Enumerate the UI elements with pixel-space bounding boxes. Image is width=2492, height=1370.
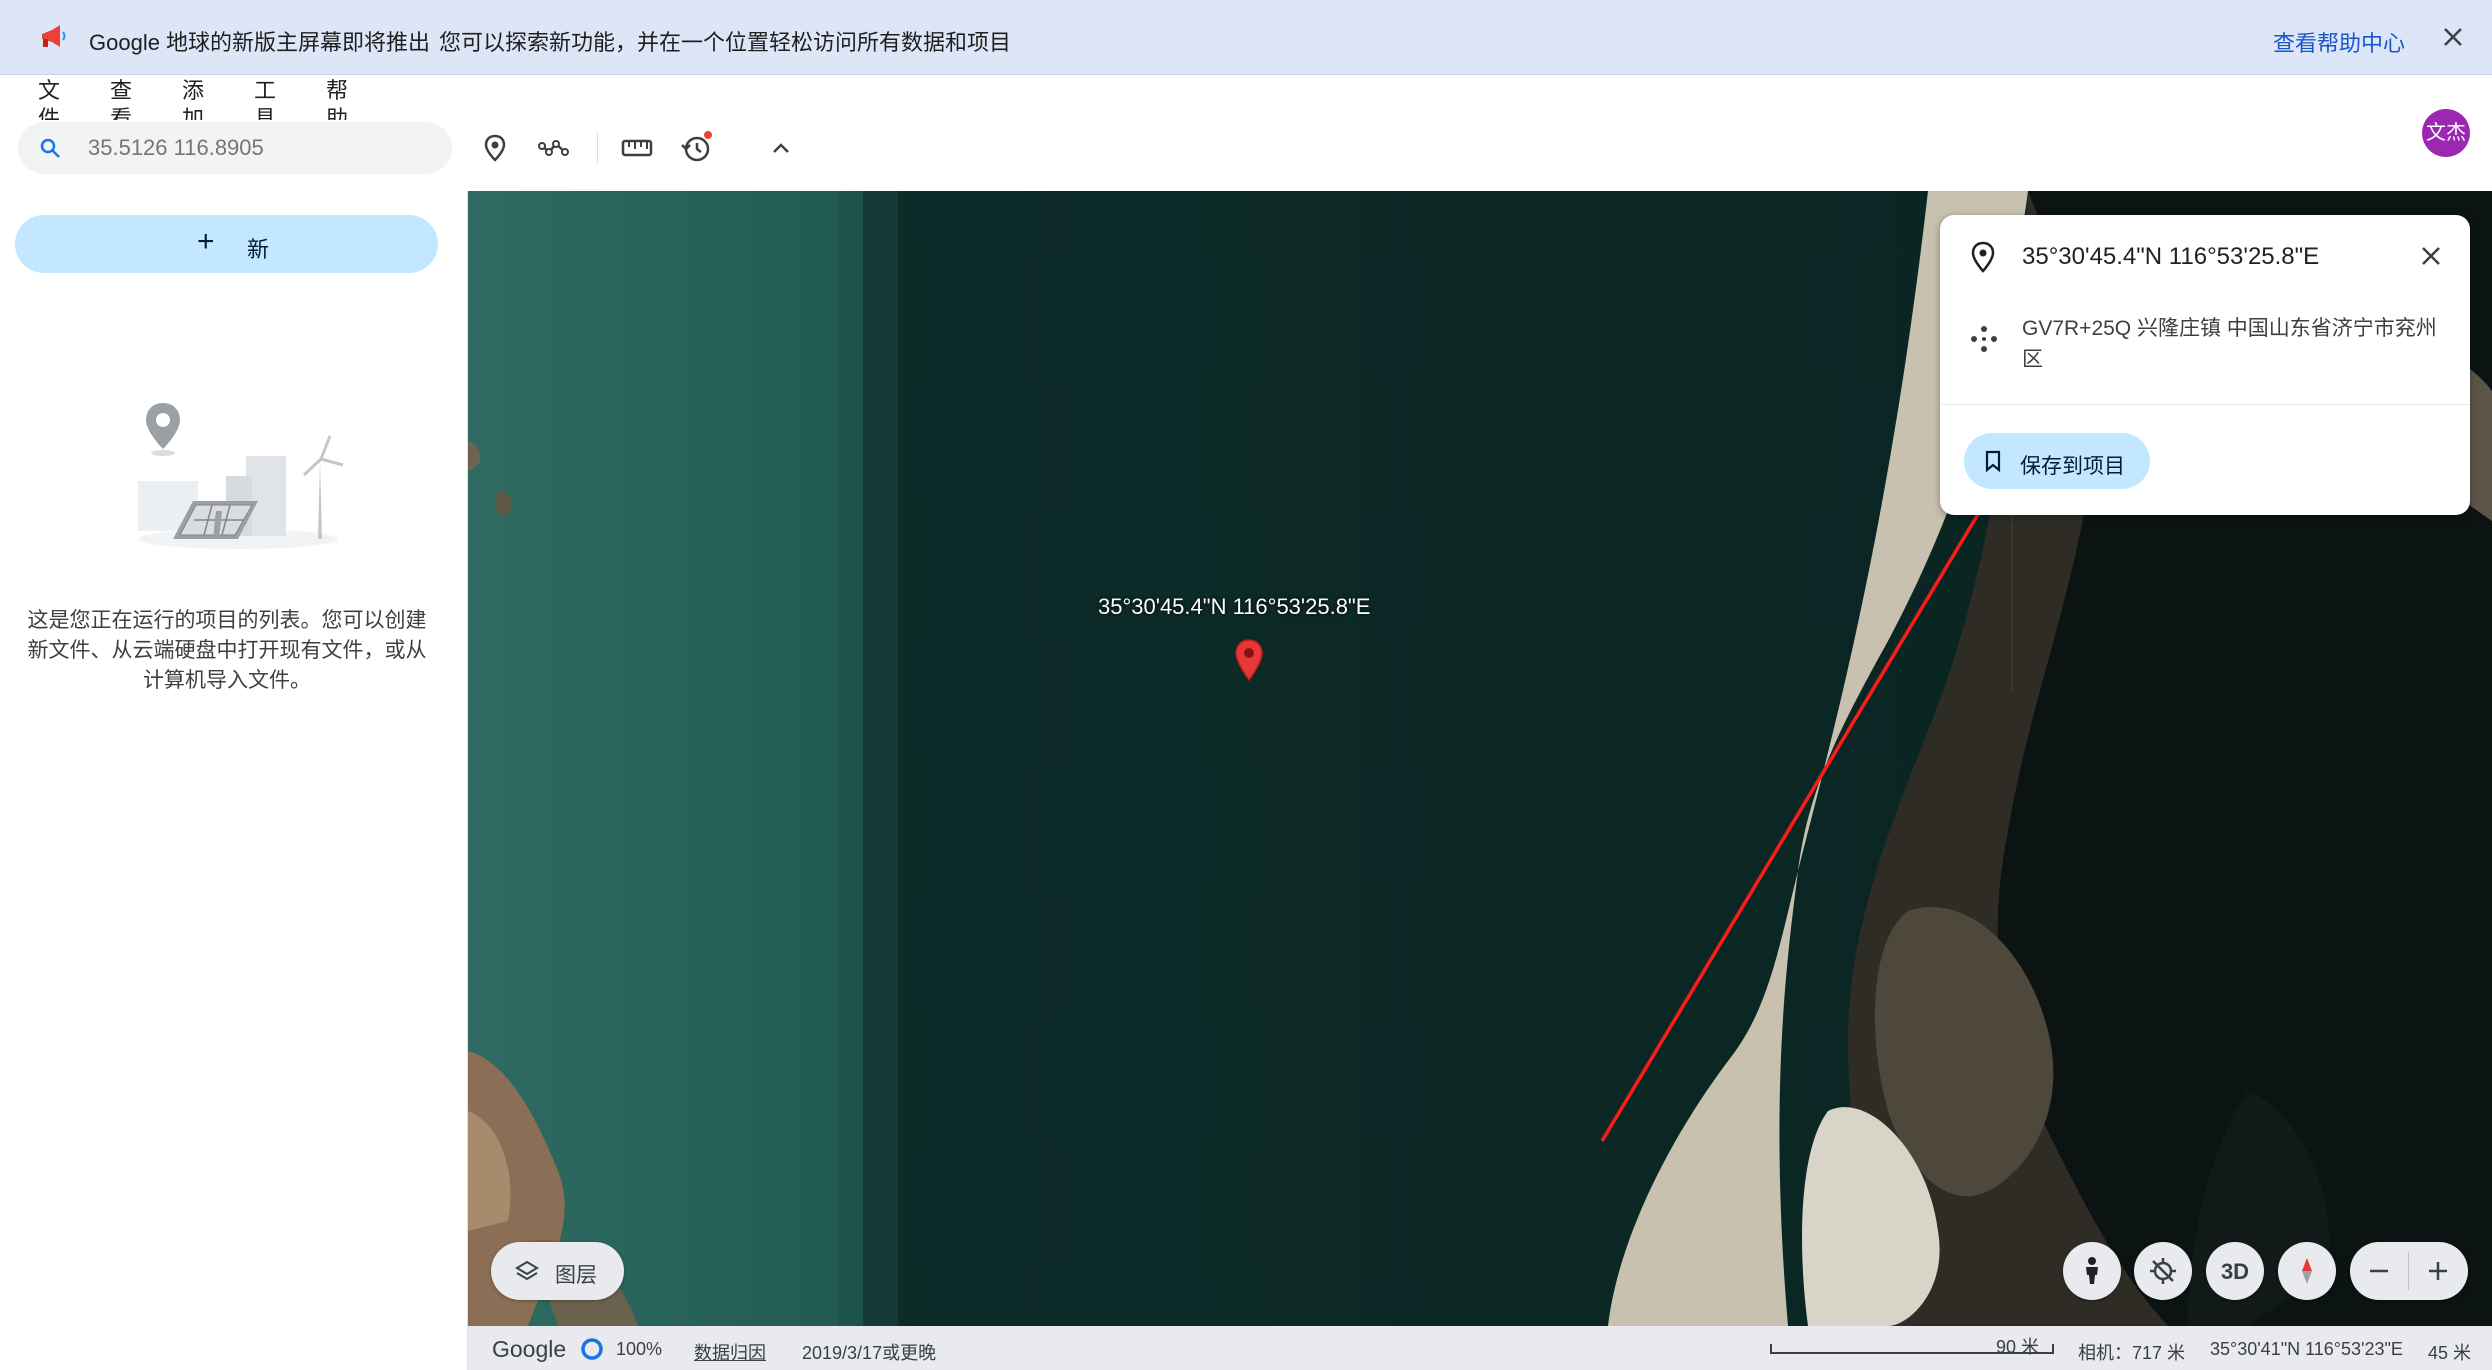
menu-tools[interactable]: 工具 [254,77,278,120]
location-info-card: 35°30'45.4"N 116°53'25.8"E GV7R+25Q 兴隆庄镇… [1940,215,2470,515]
layers-label: 图层 [555,1264,597,1287]
megaphone-icon [42,25,66,47]
draw-path-button[interactable] [534,128,574,168]
menu-file[interactable]: 文件 [38,77,62,120]
3d-label: 3D [2220,1259,2250,1284]
add-placemark-button[interactable] [475,128,515,168]
map-pin-label: 35°30'45.4"N 116°53'25.8"E [1098,594,1371,619]
imagery-date: 2019/3/17或更晚 [802,1343,937,1363]
menu-bar: 文件 查看 添加 工具 帮助 [0,75,2492,120]
plus-icon: + [197,225,215,258]
projects-sidebar: + 新 这是您正在运行的项目的列表。您可以创建新文件、从云端硬盘中打开现有文件，… [0,191,468,1370]
toggle-3d-button[interactable]: 3D [2206,1242,2264,1300]
user-avatar[interactable]: 文杰 [2422,109,2470,157]
card-coordinates: 35°30'45.4"N 116°53'25.8"E [2022,243,2320,270]
placemark-icon [484,134,506,162]
compass-icon [2302,1258,2312,1284]
load-percent: 100% [616,1339,663,1359]
historical-imagery-button[interactable] [677,128,717,168]
zoom-in-button[interactable] [2409,1242,2468,1300]
plus-code-icon [1971,326,1997,352]
loading-ring-icon [581,1338,603,1360]
path-icon [538,140,569,156]
scale-label: 90 米 [1996,1337,2040,1357]
search-icon [40,138,60,158]
pegman-icon [2086,1257,2098,1284]
menu-view[interactable]: 查看 [110,77,134,120]
cursor-coordinates: 35°30'41"N 116°53'23"E [2210,1339,2403,1359]
compass-button[interactable] [2278,1242,2336,1300]
map-pin-icon[interactable] [1234,638,1264,682]
camera-altitude: 相机：717 米 [2078,1343,2186,1363]
menu-help[interactable]: 帮助 [326,77,350,120]
new-button-label: 新 [247,237,270,262]
data-attribution-link[interactable]: 数据归因 [694,1339,766,1365]
plus-code-address: GV7R+25Q 兴隆庄镇 中国山东省济宁市兖州区 [2022,317,2437,371]
my-location-button[interactable] [2134,1242,2192,1300]
layers-button[interactable]: 图层 [491,1242,624,1300]
empty-projects-text: 这是您正在运行的项目的列表。您可以创建新文件、从云端硬盘中打开现有文件，或从计算… [27,609,427,692]
search-input[interactable] [88,130,428,166]
banner-title: Google 地球的新版主屏幕即将推出 [89,30,431,55]
zoom-out-button[interactable] [2350,1242,2409,1300]
street-view-button[interactable] [2063,1242,2121,1300]
save-button-label: 保存到项目 [2020,455,2125,478]
location-off-icon [2150,1258,2176,1284]
minus-icon [2370,1269,2388,1273]
bookmark-icon [1985,450,2001,472]
zoom-controls [2350,1242,2468,1300]
close-card-icon[interactable] [2416,241,2446,271]
collapse-toolbar-button[interactable] [761,128,801,168]
banner-message: 您可以探索新功能，并在一个位置轻松访问所有数据和项目 [439,30,1012,55]
chevron-up-icon [773,143,789,153]
measure-button[interactable] [617,128,657,168]
empty-projects-illustration [138,403,344,549]
plus-icon [2429,1262,2447,1280]
ruler-icon [621,139,653,157]
close-icon[interactable] [2438,22,2468,52]
toolbar-divider [597,133,598,163]
google-logo: Google [492,1336,567,1362]
menu-add[interactable]: 添加 [182,77,206,120]
elevation: 45 米 [2428,1343,2472,1363]
status-bar: Google 100% 数据归因 2019/3/17或更晚 90 米 相机：71… [468,1326,2492,1370]
new-project-button[interactable]: + 新 [15,215,438,273]
card-divider [1940,404,2470,405]
location-pin-icon [1971,241,1995,273]
save-to-project-button[interactable]: 保存到项目 [1964,433,2150,489]
help-center-link[interactable]: 查看帮助中心 [2273,26,2405,58]
search-box[interactable] [18,122,452,174]
history-icon [681,131,712,162]
layers-icon [515,1260,539,1281]
announcement-banner: Google 地球的新版主屏幕即将推出 您可以探索新功能，并在一个位置轻松访问所… [0,0,2492,75]
